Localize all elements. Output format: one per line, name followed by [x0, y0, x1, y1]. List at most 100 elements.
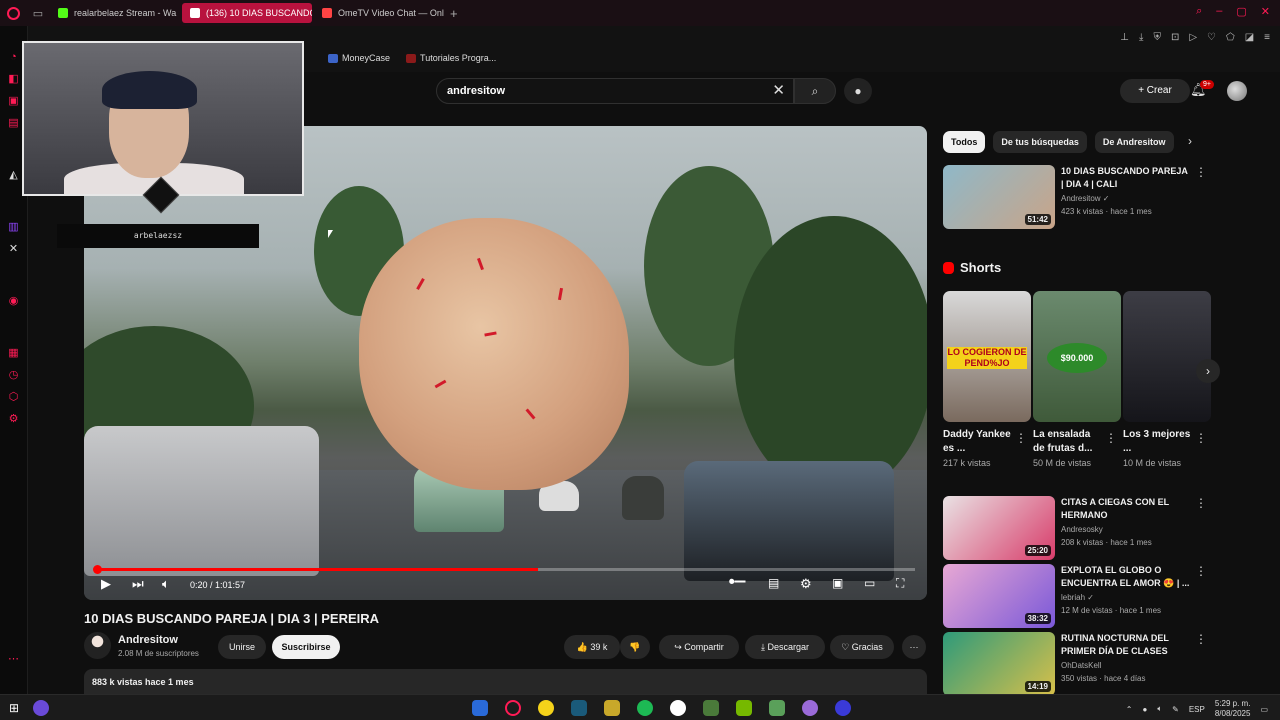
recommended-video[interactable]: 25:20 CITAS A CIEGAS CON EL HERMANO Andr…	[943, 496, 1211, 560]
share-button[interactable]: ↪ Compartir	[659, 635, 739, 659]
play-icon[interactable]: ▷	[1189, 32, 1197, 43]
recommended-video[interactable]: 14:19 RUTINA NOCTURNA DEL PRIMER DÍA DE …	[943, 632, 1211, 694]
more-icon[interactable]: ⋯	[7, 653, 20, 665]
short-thumbnail[interactable]: $90.000	[1033, 291, 1121, 422]
scrubber-handle[interactable]	[93, 565, 102, 574]
chip-todos[interactable]: Todos	[943, 131, 986, 153]
short-thumbnail[interactable]: LO COGIERON DE PEND%JO	[943, 291, 1031, 422]
player-icon[interactable]: ◉	[7, 295, 20, 307]
next-icon[interactable]: ⏭	[132, 576, 144, 592]
clear-search-icon[interactable]: ✕	[772, 79, 785, 103]
taskbar-app-icon[interactable]	[604, 700, 620, 716]
taskbar-app-icon[interactable]	[571, 700, 587, 716]
camera-icon[interactable]: ⊡	[1171, 32, 1179, 43]
short-title[interactable]: Los 3 mejores ...	[1123, 428, 1193, 456]
video-thumbnail[interactable]: 25:20	[943, 496, 1055, 560]
video-thumbnail[interactable]: 14:19	[943, 632, 1055, 694]
messenger-icon[interactable]: ▣	[7, 95, 20, 107]
tray-chevron-icon[interactable]: ⌃	[1126, 705, 1133, 714]
more-options-icon[interactable]: ⋮	[1195, 496, 1207, 510]
shorts-next-button[interactable]: ›	[1196, 359, 1220, 383]
bookmark-moneycase[interactable]: MoneyCase	[328, 53, 390, 64]
instagram-icon[interactable]: ▤	[7, 117, 20, 129]
voice-search-icon[interactable]: ●	[844, 78, 872, 104]
description-box[interactable]: 883 k vistas hace 1 mes	[84, 669, 927, 694]
dislike-button[interactable]: 👎	[620, 635, 650, 659]
close-icon[interactable]: ✕	[1261, 5, 1270, 18]
download-button[interactable]: ⤓ Descargar	[745, 635, 825, 659]
new-tab-button[interactable]: +	[450, 6, 458, 21]
aria-icon[interactable]: ◔	[7, 51, 20, 63]
x-icon[interactable]: ✕	[7, 243, 20, 255]
history-icon[interactable]: ◷	[7, 369, 20, 381]
short-title[interactable]: La ensalada de frutas d...	[1033, 428, 1103, 456]
create-button[interactable]: + Crear	[1120, 79, 1190, 103]
chips-next-icon[interactable]: ›	[1188, 134, 1192, 148]
spotify-icon[interactable]	[637, 700, 653, 716]
notifications-tray-icon[interactable]: ▭	[1260, 705, 1268, 714]
extensions-icon[interactable]: ⬡	[7, 391, 20, 403]
subscribe-button[interactable]: Suscribirse	[272, 635, 340, 659]
progress-bar[interactable]	[93, 565, 915, 574]
wallet-icon[interactable]: ◧	[7, 73, 20, 85]
taskbar-app-icon[interactable]	[769, 700, 785, 716]
start-icon[interactable]: ⊞	[9, 700, 25, 716]
heart-icon[interactable]: ♡	[1207, 32, 1216, 43]
download-icon[interactable]: ⤓	[1139, 32, 1143, 43]
subtitles-icon[interactable]: ▤	[768, 576, 779, 590]
video-channel[interactable]: Andresosky	[1061, 525, 1103, 534]
puzzle-icon[interactable]: ⬠	[1226, 32, 1235, 43]
more-options-icon[interactable]: ⋮	[1105, 431, 1117, 445]
more-options-icon[interactable]: ⋮	[1015, 431, 1027, 445]
more-actions-button[interactable]: ···	[902, 635, 926, 659]
short-thumbnail[interactable]	[1123, 291, 1211, 422]
recommended-video[interactable]: 51:42 10 DIAS BUSCANDO PAREJA | DIA 4 | …	[943, 165, 1211, 229]
tab-islands-icon[interactable]: ▭	[30, 7, 46, 20]
autoplay-toggle-icon[interactable]: ⏺━	[729, 576, 746, 589]
video-title[interactable]: CITAS A CIEGAS CON EL HERMANO	[1061, 496, 1191, 522]
thanks-button[interactable]: ♡ Gracias	[830, 635, 894, 659]
video-title[interactable]: 10 DIAS BUSCANDO PAREJA | DIA 4 | CALI	[1061, 165, 1191, 191]
short-item[interactable]: Los 3 mejores ... 10 M de vistas ⋮	[1123, 291, 1211, 468]
settings-icon[interactable]: ⚙	[800, 576, 812, 592]
taskbar-app-icon[interactable]	[670, 700, 686, 716]
pinboard-icon[interactable]: ▦	[7, 347, 20, 359]
video-title[interactable]: RUTINA NOCTURNA DEL PRIMER DÍA DE CLASES	[1061, 632, 1191, 658]
fullscreen-icon[interactable]: ⛶	[896, 576, 904, 591]
more-options-icon[interactable]: ⋮	[1195, 431, 1207, 445]
video-thumbnail[interactable]: 38:32	[943, 564, 1055, 628]
like-button[interactable]: 👍 39 k	[564, 635, 620, 659]
clock[interactable]: 5:29 p. m. 8/08/2025	[1215, 699, 1251, 719]
video-title[interactable]: EXPLOTA EL GLOBO O ENCUENTRA EL AMOR 😍 |…	[1061, 564, 1191, 590]
pin-icon[interactable]: ⊥	[1120, 32, 1129, 43]
search-button[interactable]: ⌕	[794, 78, 836, 104]
twitch-icon[interactable]: ▥	[7, 221, 20, 233]
channel-avatar[interactable]	[84, 632, 111, 659]
mic-icon[interactable]: ●	[1142, 705, 1147, 714]
bookmark-tutoriales[interactable]: Tutoriales Progra...	[406, 53, 496, 64]
theater-mode-icon[interactable]: ▭	[864, 576, 875, 590]
miniplayer-icon[interactable]: ▣	[832, 576, 843, 590]
short-item[interactable]: $90.000 La ensalada de frutas d... 50 M …	[1033, 291, 1121, 468]
opera-logo-icon[interactable]	[0, 0, 26, 26]
volume-icon[interactable]: 🔈︎	[162, 576, 170, 592]
search-tabs-icon[interactable]: ⌕	[1196, 5, 1202, 18]
play-icon[interactable]: ▶	[101, 576, 111, 592]
shield-icon[interactable]: ⛨	[1153, 32, 1161, 43]
taskbar-app-icon[interactable]	[538, 700, 554, 716]
video-channel[interactable]: OhDatsKell	[1061, 661, 1101, 670]
tab-kick-stream[interactable]: realarbelaez Stream - Wa	[50, 3, 180, 23]
join-button[interactable]: Unirse	[218, 635, 266, 659]
channel-name[interactable]: Andresitow	[118, 634, 178, 646]
tab-ometv[interactable]: OmeTV Video Chat — Onl	[314, 3, 444, 23]
short-title[interactable]: Daddy Yankee es ...	[943, 428, 1013, 456]
opera-taskbar-icon[interactable]	[505, 700, 521, 716]
settings-icon[interactable]: ⚙	[7, 413, 20, 425]
recommended-video[interactable]: 38:32 EXPLOTA EL GLOBO O ENCUENTRA EL AM…	[943, 564, 1211, 628]
chip-de-andresitow[interactable]: De Andresitow	[1094, 131, 1174, 153]
video-thumbnail[interactable]: 51:42	[943, 165, 1055, 229]
maximize-icon[interactable]: ▢	[1236, 5, 1246, 18]
chip-de-tus-busquedas[interactable]: De tus búsquedas	[993, 131, 1087, 153]
account-avatar[interactable]	[1227, 81, 1247, 101]
minimize-icon[interactable]: –	[1216, 5, 1222, 18]
